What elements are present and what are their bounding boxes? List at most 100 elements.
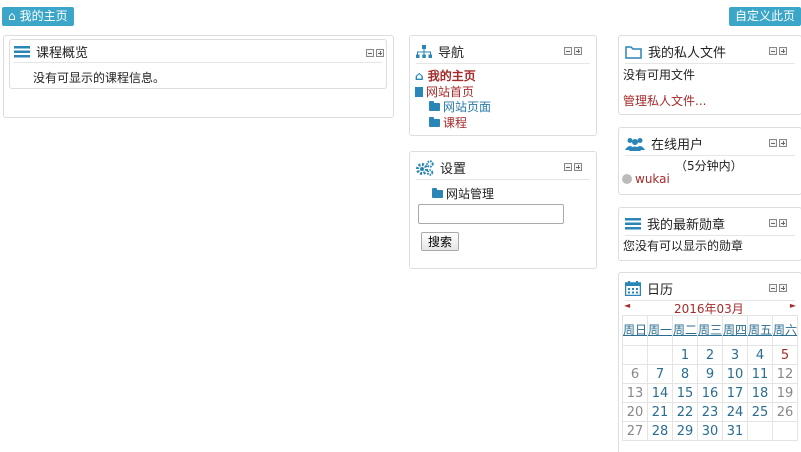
private-files-block: 我的私人文件 没有可用文件 管理私人文件...: [618, 35, 801, 115]
dock-icon[interactable]: [376, 49, 384, 57]
calendar-day[interactable]: 27: [622, 421, 648, 441]
calendar-prev-month[interactable]: ◄: [624, 301, 630, 310]
calendar-day: [747, 421, 773, 441]
calendar-grid: 周日 周一 周二 周三 周四 周五 周六 1 2 3 4 5 6 7 8 9 1…: [622, 315, 798, 441]
calendar-day[interactable]: 24: [722, 402, 748, 422]
list-icon: [14, 46, 30, 58]
calendar-day[interactable]: 11: [747, 364, 773, 384]
weekday-header: 周四: [722, 315, 748, 346]
calendar-week: 20 21 22 23 24 25 26: [622, 402, 798, 422]
online-user-item[interactable]: wukai: [622, 172, 670, 186]
dock-icon[interactable]: [574, 163, 582, 171]
course-overview-block: 课程概览 没有可显示的课程信息。: [3, 35, 394, 118]
folder-icon: [429, 101, 440, 111]
calendar-day: [622, 345, 648, 365]
collapse-icon[interactable]: [366, 49, 374, 57]
dock-icon[interactable]: [574, 47, 582, 55]
calendar-day[interactable]: 7: [647, 364, 673, 384]
settings-block: 设置 网站管理 搜索: [409, 151, 597, 269]
calendar-day[interactable]: 29: [672, 421, 698, 441]
calendar-day[interactable]: 31: [722, 421, 748, 441]
nav-site-pages[interactable]: 网站页面: [429, 98, 491, 115]
calendar-day[interactable]: 12: [772, 364, 798, 384]
course-overview-header: 课程概览: [14, 41, 382, 63]
sitemap-icon: [416, 44, 432, 58]
gears-icon: [416, 159, 434, 176]
weekday-header: 周五: [747, 315, 773, 346]
customize-page-button[interactable]: 自定义此页: [728, 7, 801, 26]
calendar-icon: [625, 281, 641, 296]
calendar-day[interactable]: 18: [747, 383, 773, 403]
collapse-icon[interactable]: [769, 47, 777, 55]
nav-courses[interactable]: 课程: [429, 114, 467, 131]
collapse-icon[interactable]: [769, 284, 777, 292]
weekday-header: 周一: [647, 315, 673, 346]
online-users-period: （5分钟内）: [675, 159, 743, 173]
calendar-title: 日历: [647, 283, 674, 298]
calendar-week: 27 28 29 30 31: [622, 421, 798, 441]
dock-icon[interactable]: [779, 219, 787, 227]
weekday-header: 周二: [672, 315, 698, 346]
calendar-day[interactable]: 15: [672, 383, 698, 403]
calendar-day[interactable]: 20: [622, 402, 648, 422]
calendar-day[interactable]: 28: [647, 421, 673, 441]
nav-my-home[interactable]: ⌂ 我的主页: [415, 67, 476, 84]
manage-private-files-link[interactable]: 管理私人文件...: [623, 92, 706, 109]
calendar-day[interactable]: 6: [622, 364, 648, 384]
calendar-day[interactable]: 23: [697, 402, 723, 422]
calendar-day[interactable]: 14: [647, 383, 673, 403]
collapse-icon[interactable]: [769, 139, 777, 147]
dock-icon[interactable]: [779, 284, 787, 292]
settings-site-admin[interactable]: 网站管理: [432, 185, 494, 202]
calendar-day[interactable]: 30: [697, 421, 723, 441]
calendar-day[interactable]: 17: [722, 383, 748, 403]
calendar-day[interactable]: 5: [772, 345, 798, 365]
private-files-empty: 没有可用文件: [623, 68, 696, 82]
calendar-day[interactable]: 22: [672, 402, 698, 422]
home-icon: ⌂: [8, 9, 16, 23]
calendar-day[interactable]: 21: [647, 402, 673, 422]
calendar-day[interactable]: 3: [722, 345, 748, 365]
badges-title: 我的最新勋章: [647, 218, 726, 233]
settings-search-input[interactable]: [418, 204, 564, 224]
dock-icon[interactable]: [779, 139, 787, 147]
calendar-week: 1 2 3 4 5: [622, 345, 798, 365]
calendar-day[interactable]: 4: [747, 345, 773, 365]
calendar-day: [772, 421, 798, 441]
course-overview-empty: 没有可显示的课程信息。: [33, 71, 166, 85]
calendar-day[interactable]: 19: [772, 383, 798, 403]
folder-open-icon: [625, 45, 642, 59]
page-icon: [415, 87, 423, 97]
calendar-day[interactable]: 1: [672, 345, 698, 365]
users-icon: [625, 137, 645, 151]
my-home-button[interactable]: ⌂ 我的主页: [2, 7, 74, 26]
online-users-block: 在线用户 （5分钟内） wukai: [618, 127, 801, 195]
calendar-next-month[interactable]: ►: [790, 301, 796, 310]
navigation-block: 导航 ⌂ 我的主页 网站首页 网站页面 课程: [409, 35, 597, 136]
home-icon: ⌂: [415, 69, 424, 83]
avatar: [622, 174, 632, 184]
dock-icon[interactable]: [779, 47, 787, 55]
private-files-title: 我的私人文件: [648, 46, 727, 61]
calendar-week: 6 7 8 9 10 11 12: [622, 364, 798, 384]
folder-icon: [429, 117, 440, 127]
calendar-day[interactable]: 2: [697, 345, 723, 365]
calendar-day[interactable]: 8: [672, 364, 698, 384]
calendar-day[interactable]: 10: [722, 364, 748, 384]
course-overview-title: 课程概览: [36, 46, 89, 61]
weekday-header: 周六: [772, 315, 798, 346]
block-controls[interactable]: [366, 49, 384, 57]
search-button[interactable]: 搜索: [421, 232, 460, 251]
collapse-icon[interactable]: [564, 47, 572, 55]
weekday-header: 周日: [622, 315, 648, 346]
calendar-day[interactable]: 9: [697, 364, 723, 384]
collapse-icon[interactable]: [769, 219, 777, 227]
calendar-block: 日历 ◄ 2016年03月 ► 周日 周一 周二 周三 周四 周五 周六 1 2…: [618, 272, 801, 452]
calendar-day[interactable]: 13: [622, 383, 648, 403]
calendar-day[interactable]: 26: [772, 402, 798, 422]
calendar-day[interactable]: 16: [697, 383, 723, 403]
calendar-day[interactable]: 25: [747, 402, 773, 422]
collapse-icon[interactable]: [564, 163, 572, 171]
settings-title: 设置: [440, 162, 467, 177]
badges-empty: 您没有可以显示的勋章: [623, 239, 744, 253]
